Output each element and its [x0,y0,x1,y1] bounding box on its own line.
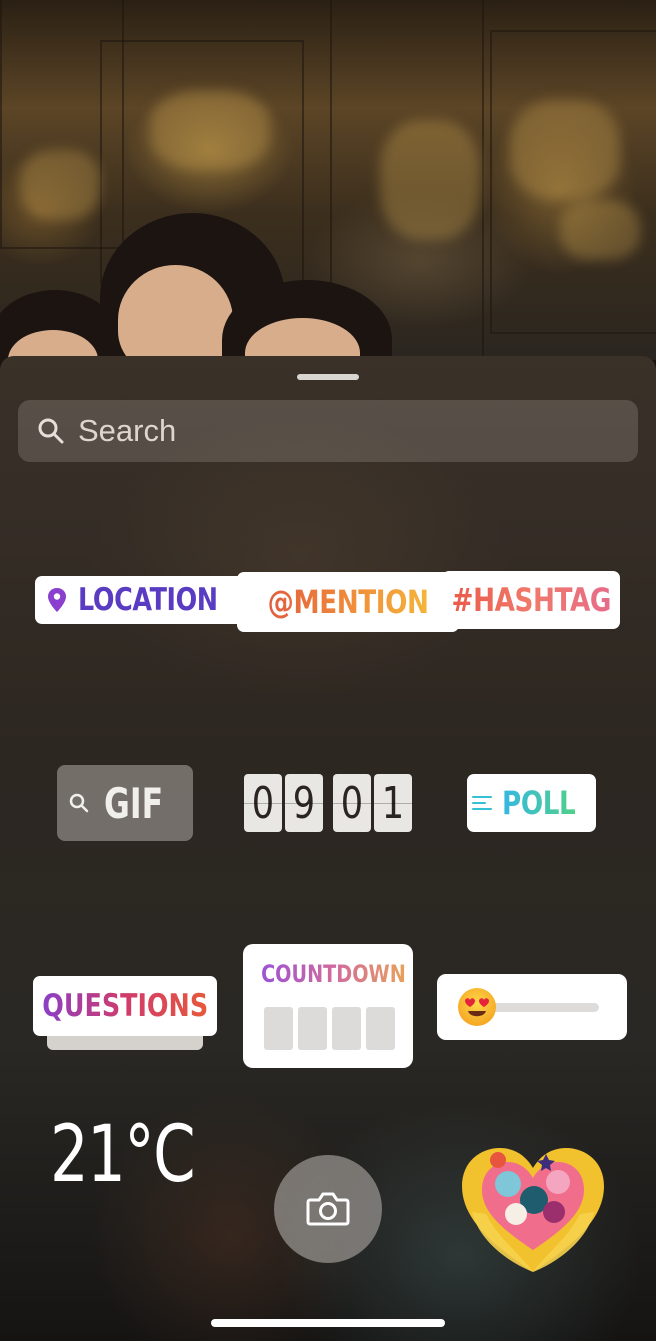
camera-icon [306,1192,350,1226]
sheet-grabber[interactable] [297,374,359,380]
time-digit: 1 [374,774,412,832]
mention-label: @MENTION [267,583,429,621]
floral-heart-hands-icon[interactable] [458,1142,608,1278]
search-icon [38,418,64,444]
countdown-title: COUNTDOWN [261,960,406,988]
countdown-sticker[interactable]: COUNTDOWN [243,944,413,1068]
hashtag-label: #HASHTAG [451,581,611,619]
hashtag-sticker[interactable]: #HASHTAG [442,571,620,629]
search-icon [69,793,88,813]
time-digit: 9 [285,774,323,832]
gif-label: GIF [103,778,163,828]
gif-sticker[interactable]: GIF [57,765,193,841]
background-photo [0,0,656,360]
questions-sticker-card: QUESTIONS [33,976,217,1036]
questions-label: QUESTIONS [42,988,208,1024]
search-input[interactable] [78,413,638,449]
heart-eyes-emoji [458,988,496,1026]
time-digit: 0 [244,774,282,832]
location-pin-icon [47,588,66,612]
location-label: LOCATION [77,582,218,618]
mention-sticker[interactable]: @MENTION [237,572,459,632]
questions-sticker[interactable]: QUESTIONS [33,976,217,1050]
emoji-slider-sticker[interactable] [437,974,627,1040]
search-bar[interactable] [18,400,638,462]
poll-lines-icon [471,796,492,810]
poll-sticker[interactable]: POLL [467,774,596,832]
camera-sticker[interactable] [274,1155,382,1263]
countdown-digit-boxes [264,1007,395,1050]
temperature-sticker[interactable]: 21°C [50,1110,196,1200]
time-sticker[interactable]: 0 9 0 1 [244,774,412,832]
home-indicator[interactable] [211,1319,445,1327]
time-digit: 0 [333,774,371,832]
poll-label: POLL [501,784,576,822]
sticker-sheet: LOCATION @MENTION #HASHTAG GIF 0 9 0 1 P… [0,356,656,1341]
location-sticker[interactable]: LOCATION [35,576,259,624]
